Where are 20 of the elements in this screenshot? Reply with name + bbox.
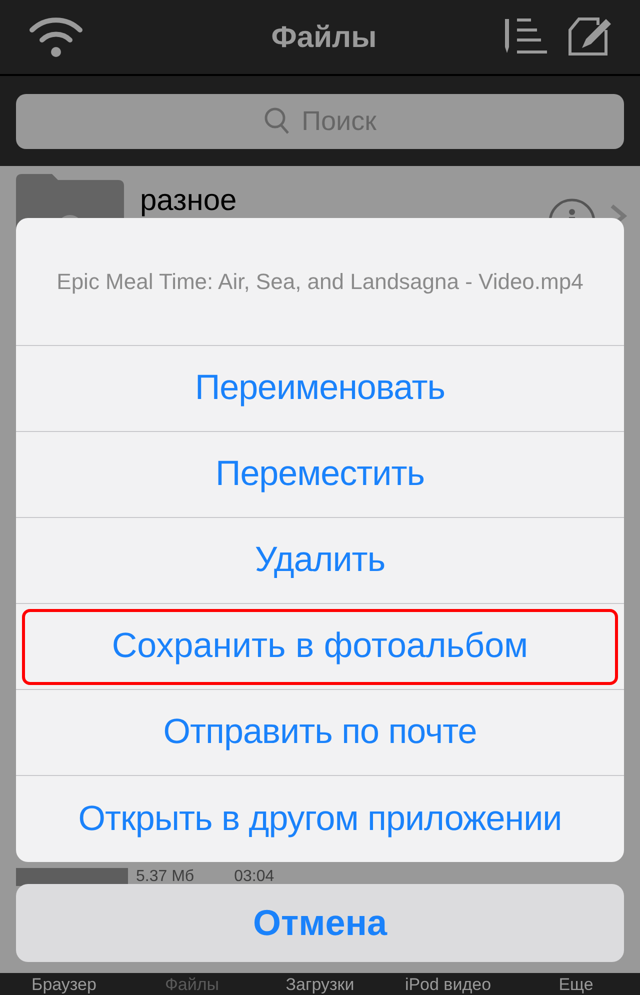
action-item[interactable]: Сохранить в фотоальбом [22,608,618,684]
nav-title: Файлы [271,20,377,56]
file-duration: 03:04 [234,868,274,886]
search-icon [264,107,290,135]
action-item[interactable]: Отправить по почте [17,694,623,770]
action-item[interactable]: Переместить [17,436,623,512]
tab-item[interactable]: Еще [512,975,640,995]
compose-icon[interactable] [566,16,612,58]
tab-item[interactable]: iPod видео [384,975,512,995]
tab-item[interactable]: Загрузки [256,975,384,995]
sheet-title: Epic Meal Time: Air, Sea, and Landsagna - Video.mp4 [56,268,584,296]
tab-item[interactable]: Браузер [0,975,128,995]
file-size: 5.37 Мб [136,868,194,886]
tab-item[interactable]: Файлы [128,975,256,995]
wifi-icon [28,16,84,58]
cancel-button[interactable]: Отмена [16,884,624,962]
action-item[interactable]: Переименовать [17,350,623,426]
action-item[interactable]: Удалить [17,522,623,598]
folder-name: разное [140,183,237,219]
action-item[interactable]: Открыть в другом приложении [17,781,623,857]
